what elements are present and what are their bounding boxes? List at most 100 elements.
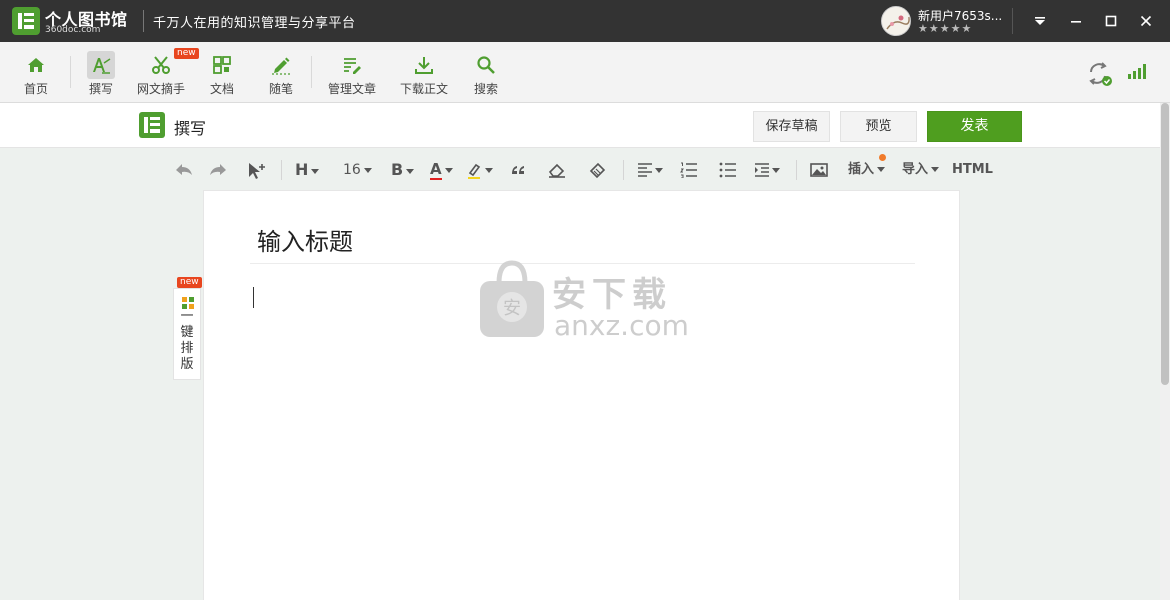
toolbar-essay[interactable]: 随笔	[261, 42, 301, 103]
slogan: 千万人在用的知识管理与分享平台	[153, 16, 356, 31]
main-toolbar: 首页 撰写 new 网文摘手 文档 随笔 管理文章 下载正文 搜索	[0, 42, 1170, 103]
chevron-down-icon	[363, 167, 372, 173]
format-painter-icon	[589, 162, 606, 179]
insert-dropdown[interactable]: 插入	[848, 154, 890, 185]
chevron-down-icon	[877, 167, 886, 172]
avatar[interactable]	[881, 6, 911, 36]
watermark: 安 安下载 anxz.com	[477, 259, 717, 342]
toolbar-label: 撰写	[88, 82, 113, 96]
font-size-dropdown[interactable]: 16	[343, 155, 377, 185]
heading-label: H	[295, 160, 309, 179]
highlighter-icon	[468, 163, 481, 179]
chevron-down-icon	[444, 167, 453, 173]
font-color-label: A	[430, 160, 442, 180]
cursor-plus-icon	[249, 163, 265, 179]
brand-url: 360doc.com	[45, 25, 101, 35]
toolbar-search[interactable]: 搜索	[466, 42, 506, 103]
toolbar-label: 下载正文	[399, 82, 448, 96]
divider	[143, 10, 144, 32]
preview-button[interactable]: 预览	[840, 111, 917, 142]
bold-label: B	[391, 160, 404, 179]
font-color-dropdown[interactable]: A	[430, 155, 460, 185]
menu-dropdown-icon	[1035, 17, 1045, 25]
side-label-1: 一	[180, 309, 194, 324]
side-label-2: 键	[180, 325, 194, 340]
signal-strength-indicator	[1126, 60, 1154, 88]
manage-articles-icon	[338, 51, 366, 79]
title-bar: 个人图书馆 360doc.com 千万人在用的知识管理与分享平台 新用户7653…	[0, 0, 1170, 42]
publish-button[interactable]: 发表	[927, 111, 1022, 142]
document-icon	[208, 51, 236, 79]
toolbar-web-clipper[interactable]: new 网文摘手	[134, 42, 199, 103]
align-left-icon	[638, 163, 652, 177]
quote-icon	[512, 166, 524, 174]
menu-dropdown-button[interactable]	[1028, 9, 1052, 33]
image-icon	[810, 163, 828, 177]
save-draft-button[interactable]: 保存草稿	[753, 111, 830, 142]
toolbar-label: 随笔	[268, 82, 293, 96]
compose-title: 撰写	[174, 119, 207, 138]
chevron-down-icon	[655, 167, 663, 173]
search-icon	[472, 51, 500, 79]
toolbar-manage-articles[interactable]: 管理文章	[324, 42, 380, 103]
toolbar-label: 首页	[23, 82, 48, 96]
minimize-button[interactable]	[1064, 9, 1088, 33]
home-icon	[22, 51, 50, 79]
editor-page[interactable]: 输入标题	[203, 190, 960, 600]
format-painter-button[interactable]	[588, 155, 608, 185]
side-label-3: 排	[180, 341, 194, 356]
avatar-image-icon	[882, 7, 910, 35]
toolbar-label: 搜索	[473, 82, 498, 96]
scrollbar-thumb[interactable]	[1161, 103, 1169, 385]
html-mode-button[interactable]: HTML	[952, 155, 996, 185]
toolbar-label: 管理文章	[327, 82, 376, 96]
bold-dropdown[interactable]: B	[391, 155, 421, 185]
insert-image-button[interactable]	[810, 155, 830, 185]
eraser-icon	[548, 163, 565, 178]
vertical-scrollbar[interactable]	[1160, 103, 1170, 600]
logo-icon	[144, 117, 160, 133]
chevron-down-icon	[931, 167, 940, 172]
layout-grid-icon	[182, 297, 194, 309]
shopping-bag-icon: 安	[480, 260, 544, 337]
chevron-down-icon	[311, 168, 320, 174]
maximize-button[interactable]	[1099, 9, 1123, 33]
text-cursor	[253, 287, 254, 308]
unordered-list-button[interactable]	[719, 155, 739, 185]
ordered-list-button[interactable]	[680, 155, 700, 185]
indent-icon	[755, 163, 769, 177]
sync-button[interactable]	[1086, 60, 1114, 88]
toolbar-download-text[interactable]: 下载正文	[396, 42, 452, 103]
new-badge: new	[174, 48, 199, 59]
font-size-value: 16	[343, 162, 361, 178]
redo-button[interactable]	[208, 155, 230, 185]
close-button[interactable]	[1134, 9, 1158, 33]
toolbar-home[interactable]: 首页	[16, 42, 56, 103]
divider	[796, 160, 797, 180]
import-dropdown[interactable]: 导入	[902, 155, 944, 185]
signal-icon	[1128, 64, 1146, 79]
chevron-down-icon	[485, 167, 493, 173]
clear-format-button[interactable]	[548, 155, 568, 185]
quote-button[interactable]	[510, 155, 530, 185]
toolbar-write[interactable]: 撰写	[81, 42, 121, 103]
indent-dropdown[interactable]	[754, 155, 786, 185]
heading-dropdown[interactable]: H	[295, 155, 329, 185]
toolbar-label: 网文摘手	[136, 82, 185, 96]
undo-button[interactable]	[174, 155, 196, 185]
notification-dot	[879, 154, 886, 161]
toolbar-label: 文档	[209, 82, 234, 96]
svg-text:安: 安	[503, 298, 521, 319]
title-input[interactable]: 输入标题	[257, 222, 353, 257]
one-click-layout-tab[interactable]: new 一 键 排 版	[173, 277, 202, 380]
highlight-dropdown[interactable]	[467, 155, 497, 185]
close-icon	[1140, 15, 1152, 27]
logo-icon	[18, 13, 34, 29]
select-tool-button[interactable]	[247, 155, 269, 185]
maximize-icon	[1105, 15, 1117, 27]
toolbar-documents[interactable]: 文档	[202, 42, 242, 103]
redo-icon	[210, 164, 226, 175]
side-label-4: 版	[180, 357, 194, 372]
ordered-list-icon	[680, 162, 697, 178]
align-dropdown[interactable]	[637, 155, 669, 185]
